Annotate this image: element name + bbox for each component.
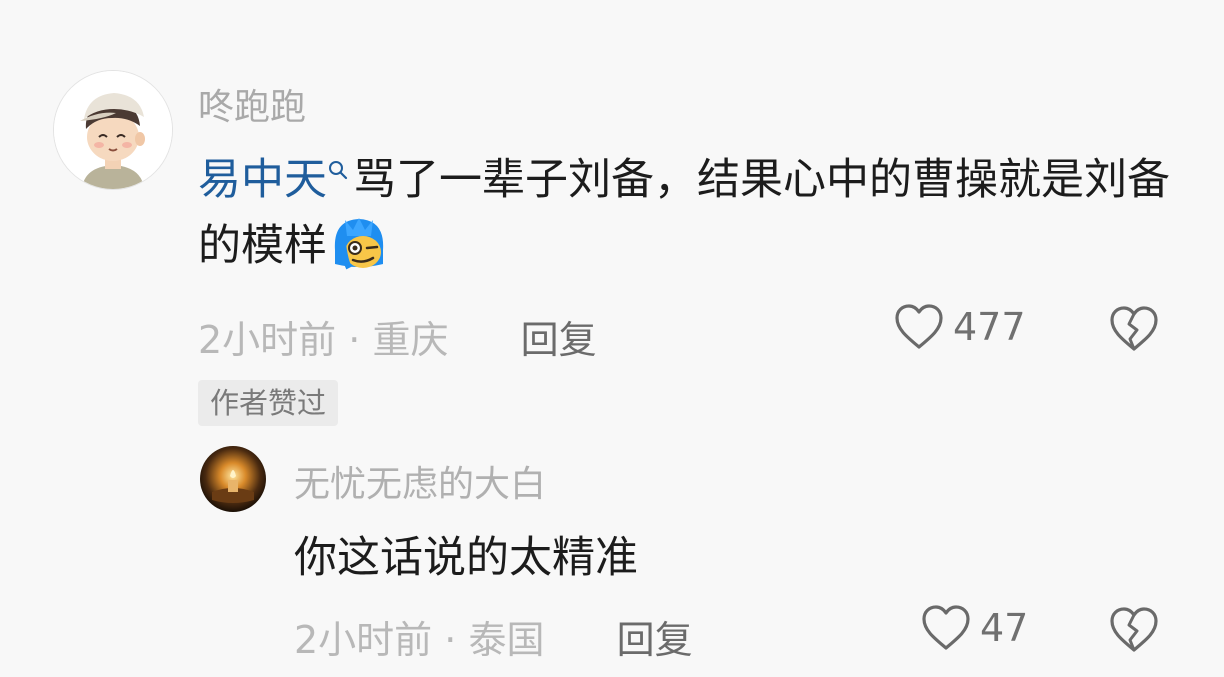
- reply-like-button[interactable]: 47: [920, 604, 1028, 652]
- comment-meta: 2小时前 · 重庆 回复: [198, 309, 597, 364]
- comment-location: 重庆: [372, 318, 449, 362]
- comment-time: 2小时前: [198, 318, 337, 362]
- reply-time: 2小时前: [294, 618, 433, 662]
- reply-location: 泰国: [468, 618, 545, 662]
- comment-thread: 咚跑跑 易中天 骂了一辈子刘备，结果心中的曹操就是刘备的模样 2小时前 · 重庆 …: [0, 0, 1224, 677]
- reply-like-count: 47: [980, 606, 1029, 650]
- cartoon-boy-avatar-image: [54, 71, 172, 189]
- reply-dislike-button[interactable]: [1108, 606, 1160, 658]
- reply-author-name[interactable]: 无忧无虑的大白: [294, 455, 546, 507]
- reply-button[interactable]: 回复: [617, 618, 693, 662]
- heart-outline-icon: [922, 605, 970, 650]
- avatar[interactable]: [53, 70, 173, 190]
- broken-heart-icon: [1110, 306, 1158, 351]
- reply-body: 你这话说的太精准: [294, 533, 638, 583]
- comment-author-name[interactable]: 咚跑跑: [198, 78, 306, 130]
- dislike-button[interactable]: [1108, 305, 1160, 357]
- candle-light-avatar-image: [200, 446, 266, 512]
- like-count: 477: [953, 305, 1026, 349]
- separator-dot: ·: [444, 618, 457, 662]
- author-liked-badge: 作者赞过: [198, 380, 339, 426]
- reply-button[interactable]: 回复: [521, 318, 597, 362]
- reply-meta: 2小时前 · 泰国 回复: [294, 609, 693, 664]
- comment-body: 易中天 骂了一辈子刘备，结果心中的曹操就是刘备的模样: [198, 147, 1188, 279]
- heart-outline-icon: [895, 304, 943, 349]
- search-icon[interactable]: [327, 159, 349, 181]
- broken-heart-icon: [1110, 607, 1158, 652]
- mention-link[interactable]: 易中天: [198, 155, 327, 205]
- separator-dot: ·: [348, 318, 361, 362]
- reply-avatar[interactable]: [200, 446, 266, 512]
- smug-face-emoji-icon: [334, 217, 384, 269]
- like-button[interactable]: 477: [893, 303, 1026, 351]
